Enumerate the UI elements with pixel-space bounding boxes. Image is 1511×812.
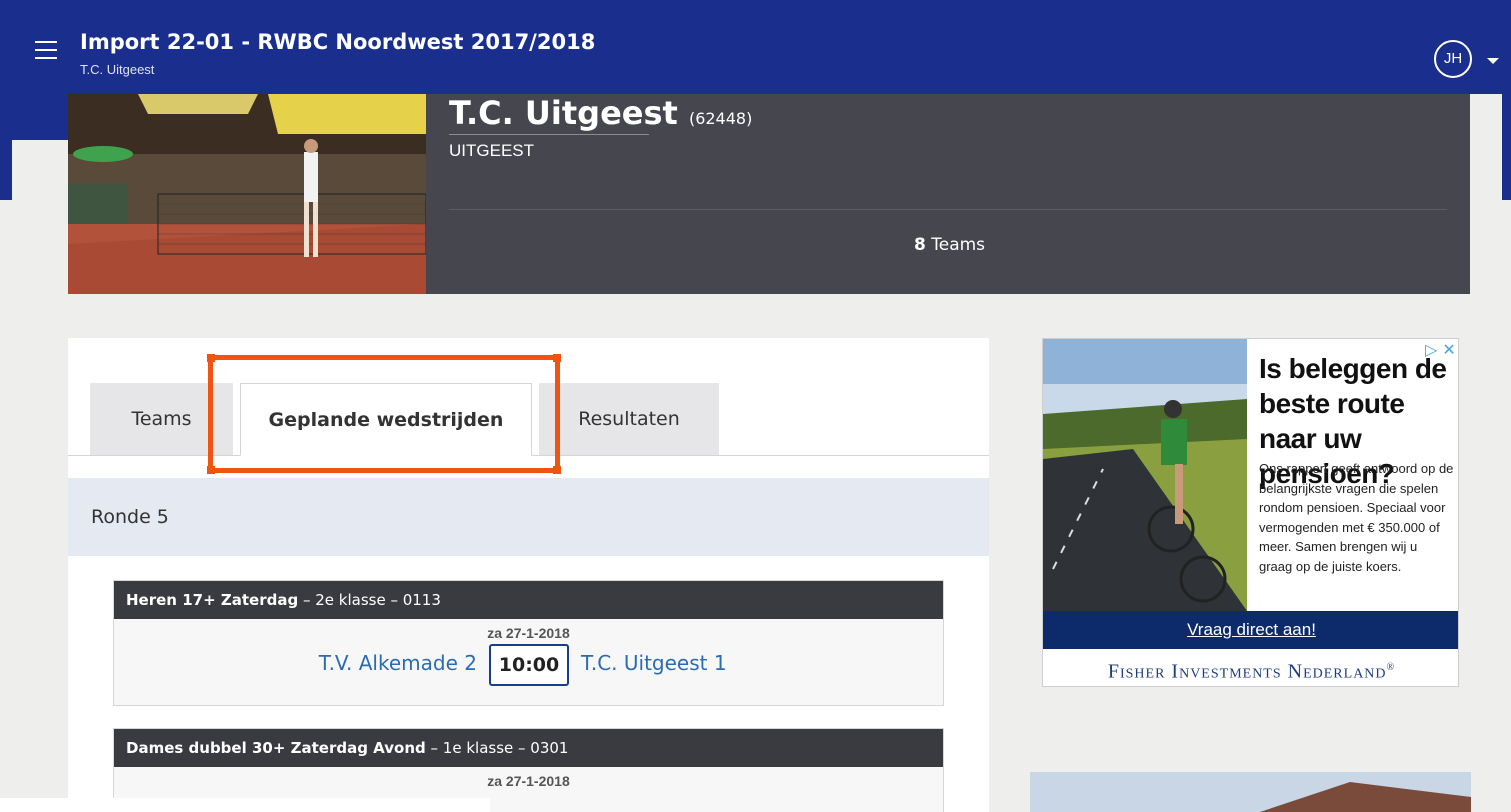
chevron-down-icon[interactable] — [1487, 58, 1499, 64]
match-card: Heren 17+ Zaterdag – 2e klasse – 0113 za… — [113, 580, 944, 706]
match-competition[interactable]: Heren 17+ Zaterdag – 2e klasse – 0113 — [114, 581, 943, 619]
top-app-bar: Import 22-01 - RWBC Noordwest 2017/2018 … — [0, 8, 1511, 94]
ad-cyclist-image — [1043, 339, 1247, 611]
ad-brand-mark: ® — [1386, 662, 1396, 673]
app-title: Import 22-01 - RWBC Noordwest 2017/2018 — [80, 30, 596, 54]
ad-brand-name: Fisher Investments Nederland — [1107, 660, 1387, 683]
club-photo — [68, 94, 426, 294]
club-header-card: T.C. Uitgeest (62448) UITGEEST 8 Teams — [68, 94, 1470, 294]
home-team-link[interactable]: T.V. Alkemade 2 — [319, 651, 477, 675]
tab-highlight-box — [207, 354, 561, 474]
away-team-link[interactable]: T.C. Uitgeest 1 — [581, 651, 727, 675]
club-name-underline — [449, 134, 649, 135]
team-count-value: 8 — [914, 235, 926, 255]
hamburger-menu-icon[interactable] — [35, 41, 57, 59]
competition-name: Heren 17+ Zaterdag — [126, 591, 299, 609]
match-line: T.V. Alkemade 2 10:00 T.C. Uitgeest 1 — [114, 641, 943, 687]
round-label: Ronde 5 — [91, 506, 169, 528]
ad-cta-link[interactable]: Vraag direct aan! — [1043, 611, 1458, 649]
match-time[interactable]: 10:00 — [489, 644, 569, 686]
tab-resultaten[interactable]: Resultaten — [539, 383, 719, 455]
app-subtitle: T.C. Uitgeest — [80, 62, 155, 77]
match-date: za 27-1-2018 — [487, 625, 570, 641]
ad-close-icon[interactable]: ▷ ✕ — [1425, 340, 1456, 359]
club-divider — [449, 209, 1447, 210]
ad-brand: Fisher Investments Nederland® — [1043, 649, 1458, 686]
team-count-label: Teams — [931, 235, 986, 255]
user-avatar[interactable]: JH — [1434, 40, 1472, 78]
round-header: Ronde 5 — [68, 478, 989, 556]
club-team-count[interactable]: 8 Teams — [914, 235, 985, 255]
club-id: (62448) — [688, 109, 753, 128]
match-date: za 27-1-2018 — [487, 773, 570, 789]
advertisement[interactable]: Is beleggen de beste route naar uw pensi… — [1042, 338, 1459, 687]
club-city: UITGEEST — [449, 141, 535, 160]
ad-body: Ons rapport geeft antwoord op de belangr… — [1259, 461, 1454, 574]
competition-details: – 2e klasse – 0113 — [298, 591, 441, 609]
match-competition[interactable]: Dames dubbel 30+ Zaterdag Avond – 1e kla… — [114, 729, 943, 767]
bottom-overlay — [0, 798, 490, 812]
competition-details: – 1e klasse – 0301 — [425, 739, 569, 757]
club-name-heading: T.C. Uitgeest (62448) — [449, 94, 752, 132]
club-name: T.C. Uitgeest — [449, 94, 678, 132]
competition-name: Dames dubbel 30+ Zaterdag Avond — [126, 739, 426, 757]
second-advertisement[interactable] — [1030, 772, 1471, 812]
